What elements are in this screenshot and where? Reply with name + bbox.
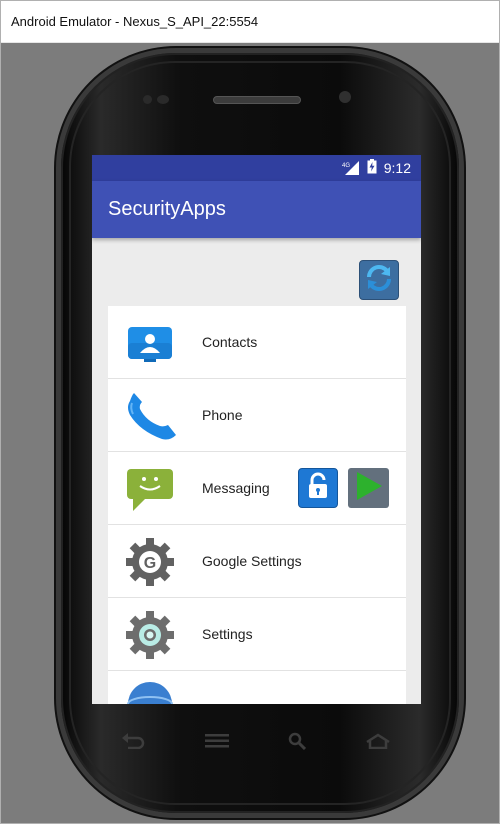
window-title: Android Emulator - Nexus_S_API_22:5554 (11, 14, 259, 29)
hardware-nav-keys (92, 723, 421, 763)
play-button[interactable] (348, 468, 389, 508)
refresh-button[interactable] (359, 260, 399, 300)
app-bar: SecurityApps (92, 181, 421, 238)
phone-screen: 4G 9:12 SecurityApps Contacts Phone Mess… (92, 155, 421, 704)
sensor-icon (157, 95, 169, 104)
list-item-label: Settings (202, 626, 253, 642)
contacts-icon (120, 318, 180, 368)
globe-icon (120, 679, 180, 704)
battery-icon (367, 159, 377, 177)
unlock-icon (306, 472, 330, 505)
window-titlebar[interactable]: Android Emulator - Nexus_S_API_22:5554 (1, 1, 499, 43)
list-item[interactable] (108, 671, 406, 704)
earpiece-speaker (213, 96, 301, 104)
unlock-button[interactable] (298, 468, 338, 508)
list-item[interactable]: Phone (108, 379, 406, 452)
list-item[interactable]: Settings (108, 598, 406, 671)
phone-icon (120, 391, 180, 441)
search-key-icon[interactable] (288, 732, 307, 755)
play-icon (354, 470, 384, 507)
signal-icon: 4G (342, 161, 360, 175)
list-item[interactable]: Messaging (108, 452, 406, 525)
app-list[interactable]: Contacts Phone Messaging G Google Settin… (108, 306, 406, 704)
emulator-window: Android Emulator - Nexus_S_API_22:5554 4… (0, 0, 500, 824)
status-bar: 4G 9:12 (92, 155, 421, 181)
list-item[interactable]: Contacts (108, 306, 406, 379)
home-key-icon[interactable] (365, 733, 391, 754)
list-item[interactable]: G Google Settings (108, 525, 406, 598)
list-item-label: Phone (202, 407, 243, 423)
app-title: SecurityApps (108, 198, 226, 220)
refresh-icon (363, 262, 395, 299)
clock: 9:12 (383, 160, 411, 176)
svg-text:G: G (144, 555, 156, 572)
front-camera-icon (339, 91, 351, 103)
google-settings-icon: G (120, 537, 180, 587)
messaging-icon (120, 464, 180, 514)
list-item-label: Messaging (202, 480, 270, 496)
sensor-icon (143, 95, 152, 104)
list-item-label: Google Settings (202, 553, 302, 569)
back-key-icon[interactable] (121, 732, 146, 754)
list-item-label: Contacts (202, 334, 258, 350)
menu-key-icon[interactable] (204, 733, 229, 753)
settings-icon (120, 610, 180, 660)
network-type-label: 4G (342, 163, 350, 169)
